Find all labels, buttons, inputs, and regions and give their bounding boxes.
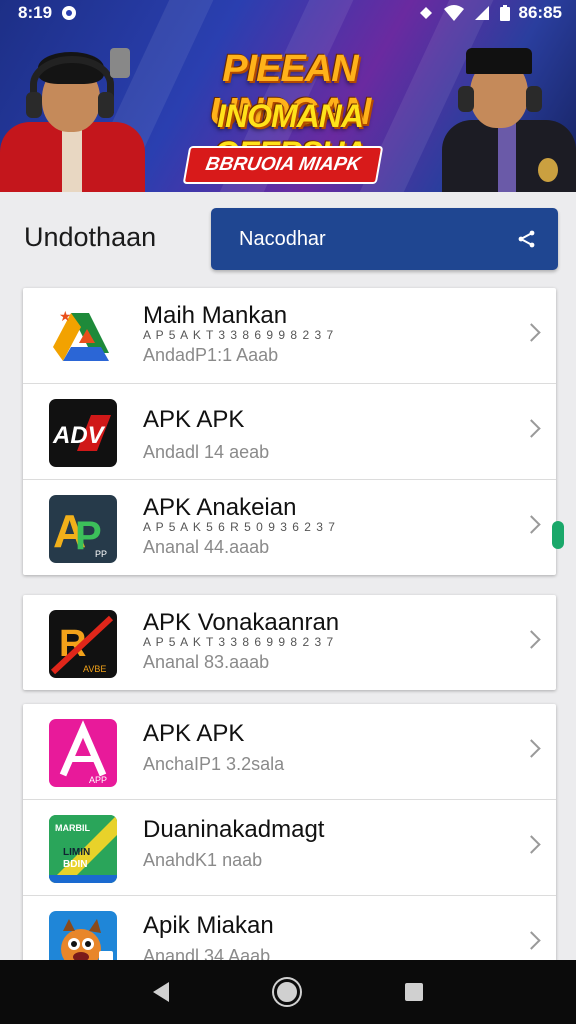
notification-icon	[62, 6, 77, 20]
banner-person-right	[436, 22, 576, 192]
chevron-right-icon	[522, 323, 541, 342]
app-subtitle: Ananal 83.aaab	[143, 652, 270, 672]
status-battery-time: 86:85	[518, 3, 562, 22]
banner-person-left	[0, 22, 150, 192]
app-title: APK APK	[143, 406, 245, 433]
svg-text:★: ★	[59, 308, 72, 324]
svg-text:MARBIL: MARBIL	[55, 823, 90, 833]
app-subtitle: Ananal 44.aaab	[143, 537, 270, 557]
list-item[interactable]: MARBIL LIMIN BDIN Duaninakadmagt AnahdK1…	[23, 800, 556, 896]
svg-text:PP: PP	[95, 549, 107, 559]
pink-a-icon: APP	[49, 719, 117, 787]
app-group-1: ★ Maih Mankan A P 5 A K T 3 3 8 6 9 9 8 …	[23, 288, 556, 575]
search-label: Nacodhar	[239, 227, 326, 250]
wifi-icon	[443, 5, 464, 21]
app-group-2: R AVBE APK Vonakaanran A P 5 A K T 3 3 8…	[23, 595, 556, 690]
green-stamp-icon: MARBIL LIMIN BDIN	[49, 815, 117, 883]
chevron-right-icon	[522, 515, 541, 534]
chevron-right-icon	[522, 931, 541, 950]
app-title: APK Anakeian	[143, 494, 297, 521]
app-title: Apik Miakan	[143, 912, 274, 939]
list-item[interactable]: ★ Maih Mankan A P 5 A K T 3 3 8 6 9 9 8 …	[23, 288, 556, 384]
svg-text:LIMIN: LIMIN	[63, 847, 90, 858]
drive-like-icon: ★	[49, 303, 117, 371]
svg-text:APP: APP	[89, 775, 107, 785]
app-title: APK APK	[143, 720, 245, 747]
green-p-icon: A P PP	[49, 495, 117, 563]
list-item[interactable]: R AVBE APK Vonakaanran A P 5 A K T 3 3 8…	[23, 595, 556, 690]
app-subtitle: AnahdK1 naab	[143, 850, 263, 870]
app-group-3: APP APK APK AnchaIP1 3.2sala MARBIL LIMI…	[23, 704, 556, 991]
home-icon[interactable]	[273, 979, 300, 1005]
chevron-right-icon	[522, 419, 541, 438]
chevron-right-icon	[522, 739, 541, 758]
app-meta: A P 5 A K 5 6 R 5 0 9 3 6 2 3 7	[143, 520, 336, 534]
app-title: APK Vonakaanran	[143, 609, 340, 636]
list-item[interactable]: A P PP APK Anakeian A P 5 A K 5 6 R 5 0 …	[23, 480, 556, 575]
svg-text:BDIN: BDIN	[63, 859, 87, 870]
list-item[interactable]: APP APK APK AnchaIP1 3.2sala	[23, 704, 556, 800]
banner-badge[interactable]: BBRUOIA MIAPK	[182, 146, 384, 184]
page-title: Undothaan	[24, 222, 157, 252]
app-meta: A P 5 A K T 3 3 8 6 9 9 8 2 3 7	[143, 635, 335, 649]
recent-apps-icon[interactable]	[405, 983, 424, 1001]
app-subtitle: AnchaIP1 3.2sala	[143, 754, 285, 774]
search-button[interactable]: Nacodhar	[211, 208, 558, 270]
svg-text:ADV: ADV	[52, 422, 106, 449]
promo-banner[interactable]: PIEEAN UNDGAN INOMANA GEERSUA BBRUOIA MI…	[0, 0, 576, 192]
back-icon[interactable]	[152, 982, 169, 1002]
battery-icon	[499, 5, 510, 21]
scroll-indicator[interactable]	[552, 521, 564, 549]
system-nav-bar	[0, 960, 576, 1024]
chevron-right-icon	[522, 630, 541, 649]
signal-icon	[474, 6, 489, 20]
app-title: Maih Mankan	[143, 302, 288, 329]
svg-text:AVBE: AVBE	[83, 664, 106, 674]
app-title: Duaninakadmagt	[143, 816, 325, 843]
chevron-right-icon	[522, 835, 541, 854]
app-meta: A P 5 A K T 3 3 8 6 9 9 8 2 3 7	[143, 328, 335, 342]
status-time: 8:19	[18, 3, 53, 22]
orange-r-icon: R AVBE	[49, 610, 117, 678]
banner-badge-label: BBRUOIA MIAPK	[204, 154, 363, 175]
sync-icon	[419, 7, 432, 19]
list-item[interactable]: ADV APK APK Andadl 14 aeab	[23, 384, 556, 480]
app-subtitle: AndadP1:1 Aaab	[143, 345, 279, 365]
status-bar: 8:19 86:85	[0, 0, 576, 26]
adv-icon: ADV	[49, 399, 117, 467]
app-subtitle: Andadl 14 aeab	[143, 442, 270, 462]
share-icon[interactable]	[516, 228, 538, 250]
